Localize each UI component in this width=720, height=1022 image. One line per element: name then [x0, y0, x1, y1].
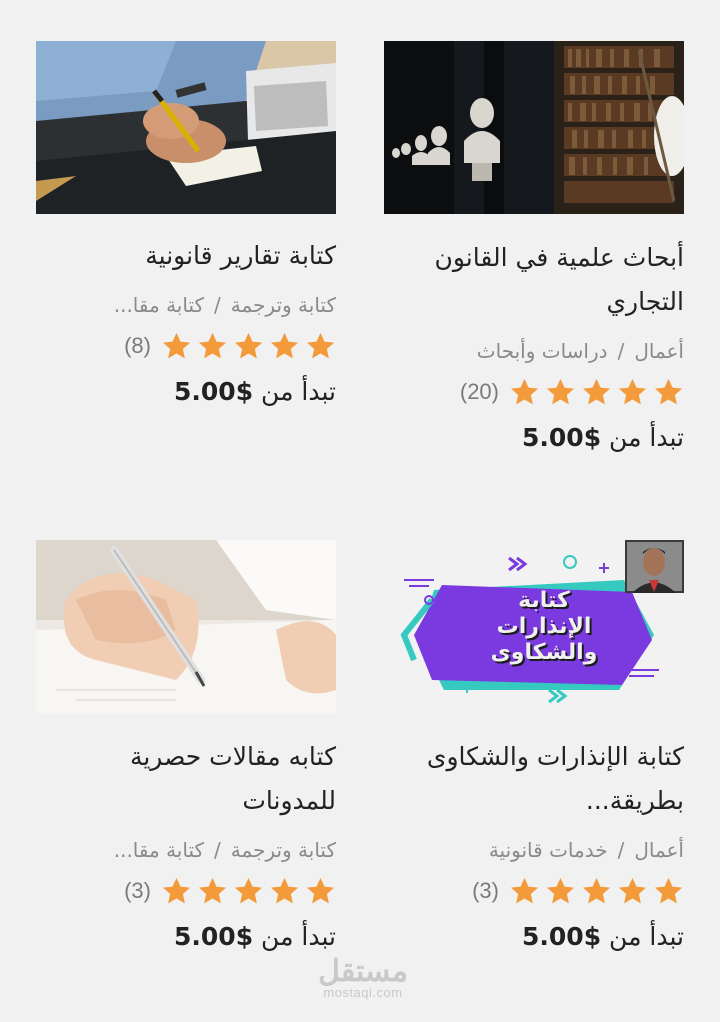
- review-count: (3): [124, 878, 151, 903]
- service-card[interactable]: كتابة الإنذارات والشكاوى كتابة الإنذارات…: [384, 540, 684, 952]
- star-icon: [235, 332, 262, 359]
- mostaqil-watermark: مستقل mostaqi.com: [313, 955, 413, 1000]
- service-card[interactable]: كتابة تقارير قانونية كتابة وترجمة/كتابة …: [36, 41, 336, 407]
- category-sub-link[interactable]: خدمات قانونية: [489, 838, 608, 862]
- library-busts-photo[interactable]: [384, 41, 684, 214]
- star-icon: [163, 877, 190, 904]
- price: تبدأ من $5.00: [384, 922, 684, 952]
- category-separator: /: [617, 838, 625, 862]
- service-categories: أعمال / دراسات وأبحاث: [384, 334, 684, 368]
- price: تبدأ من $5.00: [36, 377, 336, 407]
- category-main-link[interactable]: أعمال: [634, 838, 684, 862]
- category-separator: /: [617, 339, 625, 363]
- star-icon: [583, 877, 610, 904]
- service-card[interactable]: أبحاث علمية في القانون التجاري أعمال / درا…: [384, 41, 684, 453]
- warnings-complaints-banner[interactable]: كتابة الإنذارات والشكاوى: [384, 540, 684, 713]
- rating: (8): [36, 329, 336, 363]
- rating: (3): [36, 874, 336, 908]
- star-icon: [307, 332, 334, 359]
- banner-text: كتابة الإنذارات والشكاوى: [474, 588, 614, 666]
- category-main-link[interactable]: كتابة وترجمة: [231, 293, 336, 317]
- star-icon: [163, 332, 190, 359]
- review-count: (3): [472, 878, 499, 903]
- star-icon: [271, 332, 298, 359]
- price-amount: $5.00: [522, 423, 602, 452]
- star-rating: [509, 876, 684, 906]
- price-prefix: تبدأ من: [609, 423, 684, 452]
- price: تبدأ من $5.00: [384, 423, 684, 453]
- service-categories: كتابة وترجمة / كتابة مقا...: [36, 288, 336, 322]
- category-separator: /: [214, 293, 221, 317]
- price: تبدأ من $5.00: [36, 922, 336, 952]
- banner-line: كتابة: [518, 588, 570, 613]
- service-title[interactable]: أبحاث علمية في القانون التجاري: [384, 236, 684, 324]
- category-main-link[interactable]: أعمال: [634, 339, 684, 363]
- star-icon: [199, 332, 226, 359]
- price-amount: $5.00: [174, 377, 254, 406]
- service-title[interactable]: كتابة تقارير قانونية: [36, 234, 336, 278]
- price-amount: $5.00: [174, 922, 254, 951]
- star-icon: [511, 378, 538, 405]
- banner-line: الإنذارات: [496, 614, 592, 639]
- watermark-domain: mostaqi.com: [323, 985, 403, 1000]
- price-prefix: تبدأ من: [609, 922, 684, 951]
- star-icon: [547, 877, 574, 904]
- star-icon: [511, 877, 538, 904]
- service-title[interactable]: كتابه مقالات حصرية للمدونات: [36, 735, 336, 823]
- star-icon: [547, 378, 574, 405]
- category-main-link[interactable]: كتابة وترجمة: [231, 838, 336, 862]
- banner-line: والشكاوى: [490, 640, 598, 665]
- star-rating: [161, 876, 336, 906]
- price-prefix: تبدأ من: [261, 377, 336, 406]
- category-sub-link[interactable]: دراسات وأبحاث: [477, 339, 608, 363]
- category-sub-link[interactable]: كتابة مقا...: [114, 838, 204, 862]
- star-icon: [619, 378, 646, 405]
- star-icon: [583, 378, 610, 405]
- star-icon: [199, 877, 226, 904]
- service-card[interactable]: كتابه مقالات حصرية للمدونات كتابة وترجمة…: [36, 540, 336, 952]
- star-icon: [307, 877, 334, 904]
- service-title[interactable]: كتابة الإنذارات والشكاوى بطريقة...: [384, 735, 684, 823]
- category-sub-link[interactable]: كتابة مقا...: [114, 293, 204, 317]
- price-amount: $5.00: [522, 922, 602, 951]
- person-writing-laptop-photo[interactable]: [36, 41, 336, 214]
- review-count: (8): [124, 333, 151, 358]
- star-rating: [161, 331, 336, 361]
- star-icon: [655, 378, 682, 405]
- star-icon: [655, 877, 682, 904]
- watermark-arabic: مستقل: [318, 955, 408, 988]
- price-prefix: تبدأ من: [261, 922, 336, 951]
- rating: (3): [384, 874, 684, 908]
- review-count: (20): [459, 379, 499, 404]
- category-separator: /: [214, 838, 221, 862]
- star-icon: [271, 877, 298, 904]
- hand-writing-pen-photo[interactable]: [36, 540, 336, 713]
- service-categories: كتابة وترجمة / كتابة مقا...: [36, 833, 336, 867]
- service-categories: أعمال / خدمات قانونية: [384, 833, 684, 867]
- star-icon: [235, 877, 262, 904]
- rating: (20): [384, 375, 684, 409]
- star-rating: [509, 377, 684, 407]
- star-icon: [619, 877, 646, 904]
